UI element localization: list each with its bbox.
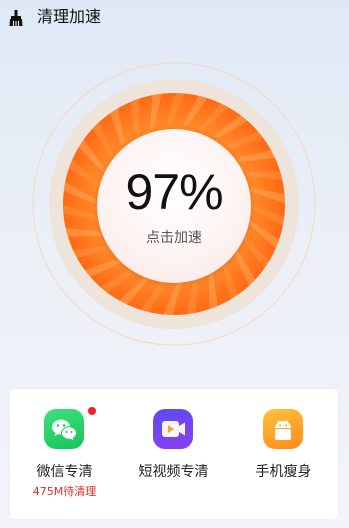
notification-dot bbox=[88, 407, 96, 415]
wechat-icon bbox=[44, 409, 84, 449]
tool-label: 短视频专清 bbox=[138, 464, 209, 480]
tool-label: 微信专清 bbox=[36, 464, 93, 480]
tool-wechat-clean[interactable]: 微信专清 475M待清理 bbox=[10, 389, 119, 519]
video-icon bbox=[153, 409, 193, 449]
tool-sublabel: 475M待清理 bbox=[32, 485, 97, 498]
boost-button[interactable]: 97% 点击加速 bbox=[97, 129, 251, 283]
broom-icon bbox=[9, 10, 23, 26]
app-header: 清理加速 bbox=[0, 0, 349, 36]
page-title: 清理加速 bbox=[37, 7, 102, 26]
tool-phone-slim[interactable]: 手机瘦身 bbox=[229, 389, 338, 519]
memory-percent: 97% bbox=[125, 164, 223, 220]
tools-card: 微信专清 475M待清理 短视频专清 手机瘦身 bbox=[10, 389, 338, 519]
android-icon bbox=[263, 409, 303, 449]
boost-label: 点击加速 bbox=[146, 230, 202, 246]
tool-label: 手机瘦身 bbox=[255, 464, 312, 480]
tool-short-video-clean[interactable]: 短视频专清 bbox=[119, 389, 228, 519]
